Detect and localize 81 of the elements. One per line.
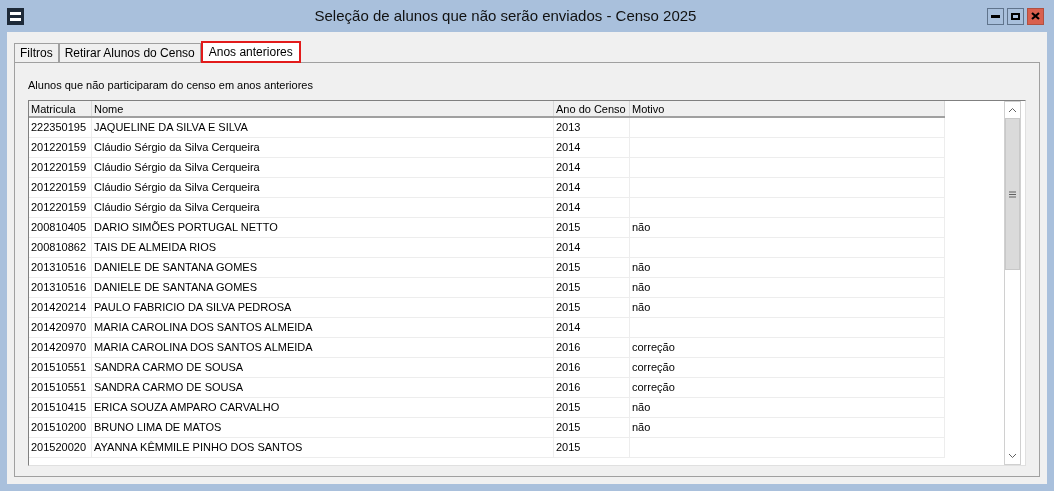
table-cell: 2014: [554, 178, 630, 198]
table-cell: 200810862: [29, 238, 92, 258]
column-header[interactable]: Ano do Censo: [554, 101, 630, 116]
column-header[interactable]: Matricula: [29, 101, 92, 116]
table-cell: 222350195: [29, 118, 92, 138]
table-cell: TAIS DE ALMEIDA RIOS: [92, 238, 554, 258]
table-cell: 2016: [554, 358, 630, 378]
table-cell: Cláudio Sérgio da Silva Cerqueira: [92, 138, 554, 158]
table-cell: correção: [630, 338, 945, 358]
table-cell: BRUNO LIMA DE MATOS: [92, 418, 554, 438]
table-cell: 200810405: [29, 218, 92, 238]
table-cell: 201510200: [29, 418, 92, 438]
vertical-scrollbar[interactable]: [1004, 101, 1021, 465]
tab[interactable]: Retirar Alunos do Censo: [58, 43, 201, 62]
table-cell: 2015: [554, 418, 630, 438]
table-cell: 2016: [554, 338, 630, 358]
table-cell: Cláudio Sérgio da Silva Cerqueira: [92, 158, 554, 178]
table-cell: SANDRA CARMO DE SOUSA: [92, 358, 554, 378]
table-cell: DANIELE DE SANTANA GOMES: [92, 278, 554, 298]
table-cell: 2014: [554, 138, 630, 158]
table-cell: 2013: [554, 118, 630, 138]
table-cell: 2014: [554, 318, 630, 338]
table-cell: 201420214: [29, 298, 92, 318]
table-cell: 2014: [554, 238, 630, 258]
window-title: Seleção de alunos que não serão enviados - Censo 2025: [314, 5, 697, 26]
table-cell: correção: [630, 358, 945, 378]
table-cell: 201510551: [29, 358, 92, 378]
table-cell: 201220159: [29, 178, 92, 198]
table-cell: 201220159: [29, 198, 92, 218]
table-cell: não: [630, 398, 945, 418]
maximize-icon: [1011, 12, 1020, 20]
panel-caption: Alunos que não participaram do censo em anos anteriores: [28, 78, 314, 93]
table-cell: 2014: [554, 158, 630, 178]
table-cell: não: [630, 418, 945, 438]
table-cell: JAQUELINE DA SILVA E SILVA: [92, 118, 554, 138]
table-cell: não: [630, 218, 945, 238]
scrollbar-thumb[interactable]: [1005, 118, 1020, 270]
table-cell: SANDRA CARMO DE SOUSA: [92, 378, 554, 398]
table-cell: MARIA CAROLINA DOS SANTOS ALMEIDA: [92, 318, 554, 338]
table-cell: 201310516: [29, 258, 92, 278]
close-button[interactable]: [1027, 7, 1044, 25]
table-cell: correção: [630, 378, 945, 398]
table-cell: 2016: [554, 378, 630, 398]
table-cell: 201310516: [29, 278, 92, 298]
table-cell: DARIO SIMÕES PORTUGAL NETTO: [92, 218, 554, 238]
table-cell: 201520020: [29, 438, 92, 458]
table-cell: 201510415: [29, 398, 92, 418]
table-cell: 201420970: [29, 318, 92, 338]
grip-icon: [1009, 190, 1016, 198]
minimize-button[interactable]: [987, 7, 1004, 25]
table-cell: Cláudio Sérgio da Silva Cerqueira: [92, 198, 554, 218]
table-cell: 201220159: [29, 138, 92, 158]
table-cell: 2015: [554, 258, 630, 278]
table-cell: não: [630, 258, 945, 278]
table-cell: 2015: [554, 398, 630, 418]
table-cell: ERICA SOUZA AMPARO CARVALHO: [92, 398, 554, 418]
tab[interactable]: Filtros: [14, 43, 59, 62]
scroll-down-icon[interactable]: [1008, 453, 1017, 459]
column-header[interactable]: Nome: [92, 101, 554, 116]
table-cell: 2015: [554, 218, 630, 238]
table-cell: PAULO FABRICIO DA SILVA PEDROSA: [92, 298, 554, 318]
table-cell: MARIA CAROLINA DOS SANTOS ALMEIDA: [92, 338, 554, 358]
maximize-button[interactable]: [1007, 7, 1024, 25]
minimize-icon: [991, 14, 1000, 18]
table-cell: não: [630, 278, 945, 298]
table-cell: 201420970: [29, 338, 92, 358]
scroll-up-icon[interactable]: [1008, 107, 1017, 113]
tab[interactable]: Anos anteriores: [200, 41, 301, 63]
close-icon: [1031, 12, 1040, 20]
table-cell: Cláudio Sérgio da Silva Cerqueira: [92, 178, 554, 198]
app-icon: [7, 7, 24, 25]
table-cell: não: [630, 298, 945, 318]
table-cell: 2015: [554, 438, 630, 458]
table-cell: AYANNA KÊMMILE PINHO DOS SANTOS: [92, 438, 554, 458]
table-cell: 2015: [554, 298, 630, 318]
table-cell: 201220159: [29, 158, 92, 178]
table-cell: 2014: [554, 198, 630, 218]
table-cell: 2015: [554, 278, 630, 298]
table-cell: 201510551: [29, 378, 92, 398]
column-header[interactable]: Motivo: [630, 101, 945, 116]
table-cell: DANIELE DE SANTANA GOMES: [92, 258, 554, 278]
